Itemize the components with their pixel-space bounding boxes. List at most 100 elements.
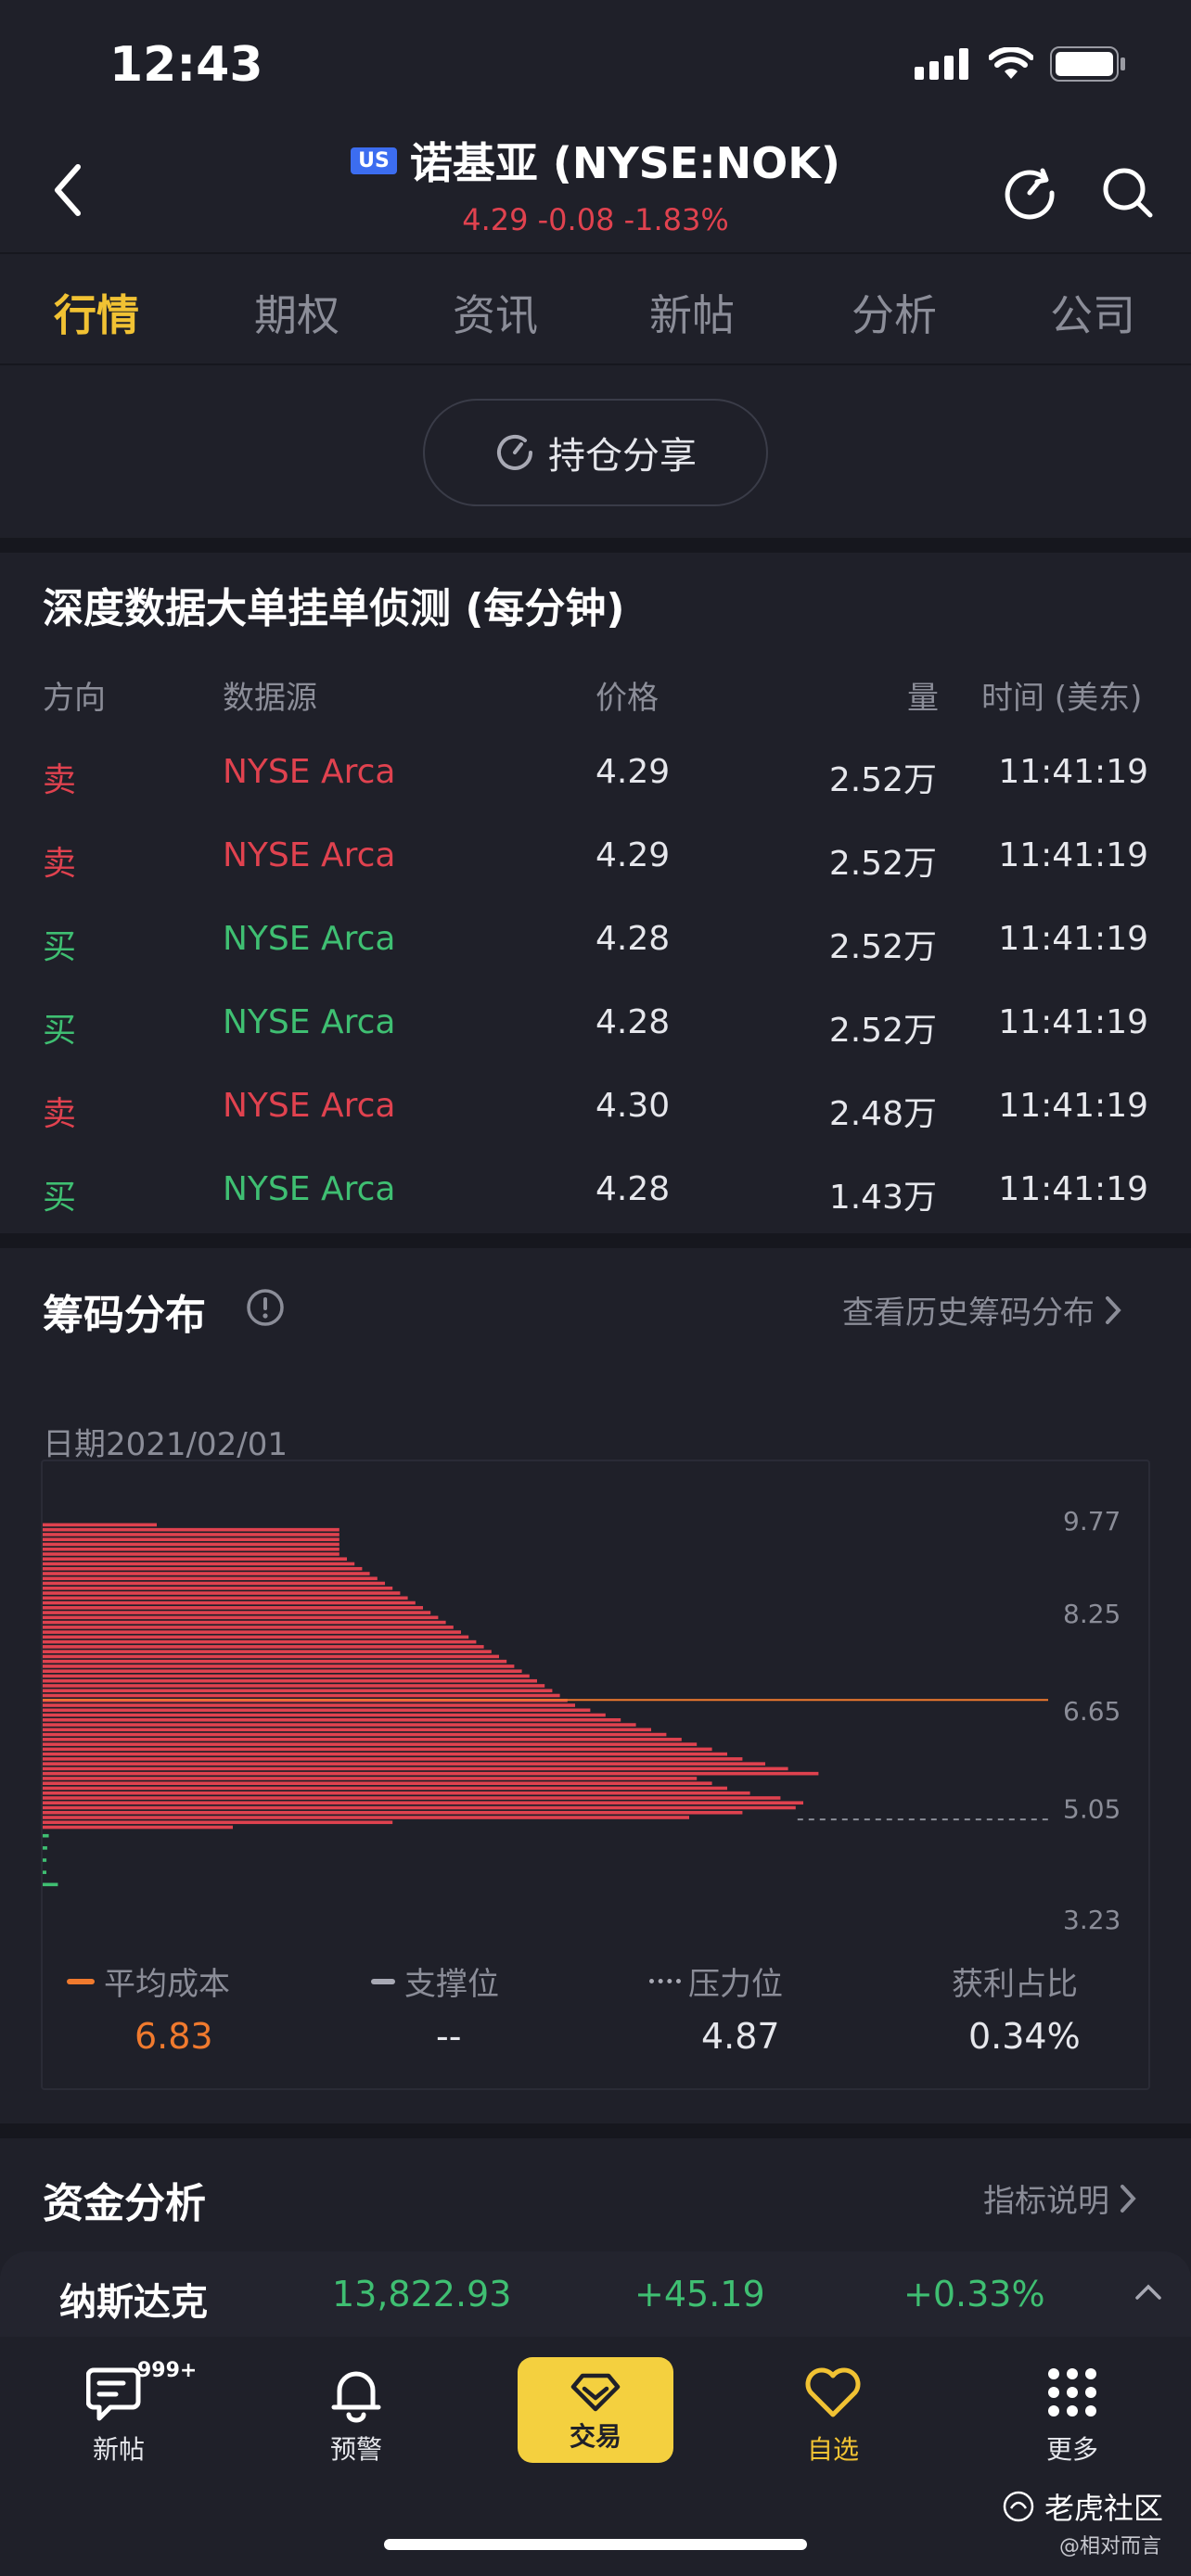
row-side: 卖 xyxy=(43,1095,77,1133)
history-chips-link[interactable]: 查看历史筹码分布 xyxy=(842,1287,1122,1333)
nav-alerts[interactable]: 预警 xyxy=(282,2365,430,2467)
loss-bar xyxy=(43,1533,339,1537)
chevron-right-icon xyxy=(1106,1295,1121,1324)
profit-ratio-label: 获利占比 xyxy=(952,1966,1078,2003)
loss-bar xyxy=(43,1650,492,1653)
profit-bar xyxy=(43,1833,49,1838)
tab-analysis[interactable]: 分析 xyxy=(852,282,937,343)
tab-news[interactable]: 资讯 xyxy=(453,282,538,343)
col-time: 时间 (美东) xyxy=(981,680,1143,717)
profit-bar xyxy=(43,1846,47,1850)
loss-bar xyxy=(43,1708,591,1713)
info-icon[interactable] xyxy=(245,1287,286,1328)
loss-bar xyxy=(43,1547,339,1551)
wifi-icon xyxy=(989,47,1033,79)
nav-trade-button[interactable]: 交易 xyxy=(518,2357,673,2463)
position-share-button[interactable]: 持仓分享 xyxy=(423,399,768,506)
loss-bar xyxy=(43,1703,575,1707)
search-icon[interactable] xyxy=(1100,165,1156,221)
loss-bar xyxy=(43,1620,446,1625)
row-price: 4.30 xyxy=(596,1087,671,1125)
profit-ratio-value: 0.34% xyxy=(968,2016,1081,2057)
nav-more[interactable]: 更多 xyxy=(998,2365,1146,2467)
loss-bar xyxy=(43,1606,423,1610)
loss-bar xyxy=(43,1645,484,1649)
avg-cost-label: 平均成本 xyxy=(104,1966,230,2003)
loss-bar xyxy=(43,1689,553,1693)
loss-bar xyxy=(43,1596,408,1600)
chevron-up-icon[interactable] xyxy=(1133,2281,1163,2302)
loss-bar xyxy=(43,1747,712,1752)
loss-bar xyxy=(43,1674,530,1678)
tab-posts[interactable]: 新帖 xyxy=(649,282,735,343)
indicator-help-link[interactable]: 指标说明 xyxy=(983,2175,1137,2221)
loss-bar xyxy=(43,1786,727,1791)
tab-options[interactable]: 期权 xyxy=(254,282,339,343)
loss-bar xyxy=(43,1600,416,1605)
row-qty: 2.52万 xyxy=(828,928,937,966)
resistance-label: 压力位 xyxy=(688,1966,783,2003)
loss-bar xyxy=(43,1562,355,1566)
loss-bar xyxy=(43,1566,363,1571)
home-indicator[interactable] xyxy=(384,2539,807,2550)
grid-dots-icon xyxy=(1048,2368,1096,2417)
loss-bar xyxy=(43,1542,339,1547)
loss-bar xyxy=(43,1713,606,1717)
row-time: 11:41:19 xyxy=(998,1087,1148,1125)
chips-title: 筹码分布 xyxy=(43,1292,206,1339)
section-divider xyxy=(0,538,1191,553)
loss-bar xyxy=(43,1557,347,1562)
loss-bar xyxy=(43,1723,636,1727)
nav-watchlist[interactable]: 自选 xyxy=(759,2365,907,2467)
loss-bar xyxy=(43,1591,401,1595)
nav-trade-label: 交易 xyxy=(569,2421,621,2452)
col-qty: 量 xyxy=(907,680,939,717)
index-ticker-bar[interactable]: 纳斯达克 13,822.93 +45.19 +0.33% xyxy=(0,2251,1191,2344)
row-side: 买 xyxy=(43,1012,77,1050)
loss-bar xyxy=(43,1581,385,1586)
loss-bar xyxy=(43,1816,689,1819)
history-chips-label: 查看历史筹码分布 xyxy=(842,1294,1095,1332)
profit-bar xyxy=(43,1870,46,1874)
tab-market[interactable]: 行情 xyxy=(54,282,139,343)
section-divider xyxy=(0,2123,1191,2138)
loss-bar xyxy=(43,1728,651,1732)
loss-bar xyxy=(43,1664,515,1668)
loss-bar xyxy=(43,1572,370,1575)
index-value: 13,822.93 xyxy=(332,2274,512,2315)
row-time: 11:41:19 xyxy=(998,1003,1148,1041)
tiger-logo-icon xyxy=(1003,2491,1034,2522)
tab-bar: 行情 期权 资讯 新帖 分析 公司 xyxy=(0,252,1191,363)
row-time: 11:41:19 xyxy=(998,920,1148,958)
loss-bar xyxy=(43,1738,682,1741)
posts-badge: 999+ xyxy=(137,2359,198,2382)
loss-bar xyxy=(43,1611,431,1614)
loss-bar xyxy=(43,1718,621,1722)
refresh-share-icon[interactable] xyxy=(1002,165,1057,221)
row-source: NYSE Arca xyxy=(223,836,396,874)
row-price: 4.29 xyxy=(596,753,671,791)
share-refresh-icon xyxy=(497,435,532,470)
loss-bar xyxy=(43,1552,339,1556)
row-qty: 2.48万 xyxy=(828,1095,937,1133)
index-name: 纳斯达克 xyxy=(59,2281,208,2324)
index-change-pct: +0.33% xyxy=(903,2274,1045,2315)
row-qty: 2.52万 xyxy=(828,1012,937,1050)
depth-row: 买 NYSE Arca 4.28 1.43万 11:41:19 xyxy=(0,1170,1191,1226)
market-badge: US xyxy=(351,147,397,174)
row-qty: 1.43万 xyxy=(828,1179,937,1217)
loss-bar xyxy=(43,1527,339,1532)
loss-bar xyxy=(43,1820,393,1825)
tab-company[interactable]: 公司 xyxy=(1050,282,1135,343)
row-source: NYSE Arca xyxy=(223,1087,396,1125)
support-swatch xyxy=(371,1978,395,1984)
support-label: 支撑位 xyxy=(404,1966,499,2003)
loss-bar xyxy=(43,1615,439,1620)
row-side: 买 xyxy=(43,928,77,966)
legend-avg-cost: 平均成本 xyxy=(67,1958,230,2004)
loss-bar xyxy=(43,1771,819,1776)
loss-bar xyxy=(43,1669,522,1674)
loss-bar xyxy=(43,1630,461,1634)
nav-posts[interactable]: 999+ 新帖 xyxy=(45,2359,197,2467)
depth-row: 卖 NYSE Arca 4.30 2.48万 11:41:19 xyxy=(0,1087,1191,1142)
